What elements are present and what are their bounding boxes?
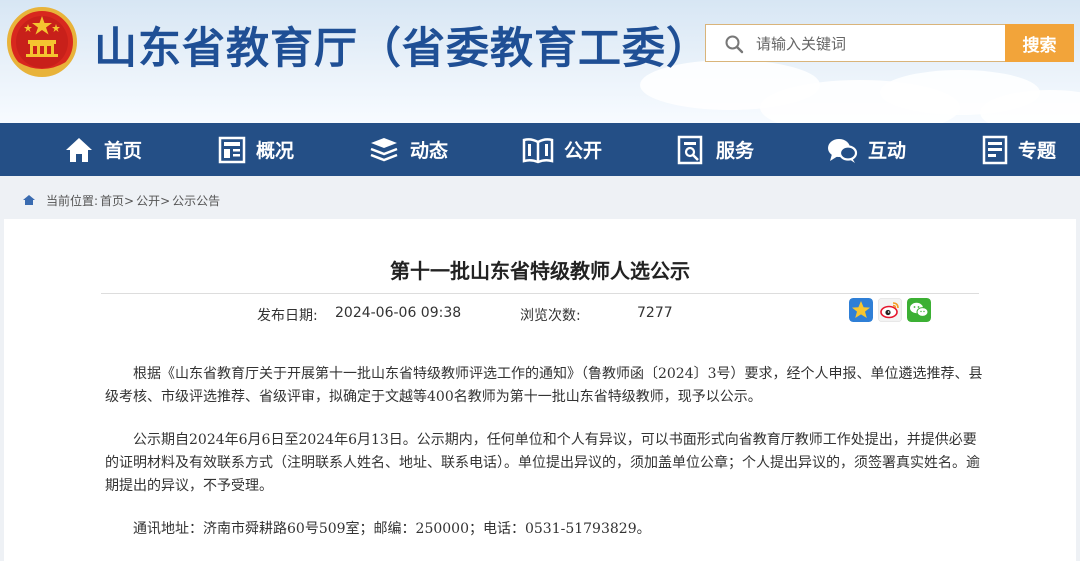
nav-label: 公开 bbox=[564, 140, 603, 162]
nav-label: 概况 bbox=[256, 140, 295, 162]
views-label: 浏览次数: bbox=[520, 308, 581, 324]
title-divider bbox=[101, 293, 979, 294]
search-icon bbox=[725, 35, 744, 54]
article-title: 第十一批山东省特级教师人选公示 bbox=[390, 259, 690, 283]
weibo-icon[interactable] bbox=[878, 298, 902, 322]
search-button[interactable]: 搜索 bbox=[1005, 24, 1074, 62]
article-paragraph: 根据《山东省教育厅关于开展第十一批山东省特级教师评选工作的通知》（鲁教师函〔20… bbox=[105, 366, 983, 405]
article-paragraph: 通讯地址：济南市舜耕路60号509室；邮编：250000；电话：0531-517… bbox=[133, 521, 651, 537]
nav-item-topic[interactable]: 专题 bbox=[982, 123, 1056, 176]
nav-label: 服务 bbox=[716, 140, 755, 162]
home-icon bbox=[66, 137, 92, 162]
national-emblem-icon[interactable] bbox=[6, 6, 78, 80]
nav-item-public[interactable]: 公开 bbox=[522, 123, 602, 176]
breadcrumb-prefix: 当前位置: bbox=[46, 193, 99, 208]
publish-date: 2024-06-06 09:38 bbox=[335, 305, 462, 321]
book-icon bbox=[522, 137, 554, 163]
topic-icon bbox=[982, 135, 1008, 164]
article-paragraph: 公示期自2024年6月6日至2024年6月13日。公示期内，任何单位和个人有异议… bbox=[105, 432, 980, 494]
breadcrumb: 当前位置: 首页> 公开> 公示公告 bbox=[22, 190, 222, 210]
nav-label: 动态 bbox=[410, 140, 449, 162]
chat-icon bbox=[828, 138, 858, 163]
news-icon bbox=[370, 137, 398, 161]
location-home-icon bbox=[23, 195, 35, 205]
overview-icon bbox=[218, 136, 246, 163]
wechat-icon[interactable] bbox=[907, 298, 931, 322]
nav-label: 首页 bbox=[104, 140, 143, 162]
service-icon bbox=[677, 135, 703, 164]
nav-item-interact[interactable]: 互动 bbox=[826, 123, 906, 176]
main-nav: 首页 概况 动态 公开 服务 互动 专题 bbox=[0, 123, 1080, 176]
nav-item-overview[interactable]: 概况 bbox=[218, 123, 294, 176]
publish-date-label: 发布日期: bbox=[257, 308, 318, 324]
search-box[interactable] bbox=[705, 24, 1005, 62]
breadcrumb-item-public[interactable]: 公开> bbox=[136, 192, 170, 209]
qzone-icon[interactable] bbox=[849, 298, 873, 322]
site-title[interactable]: 山东省教育厅（省委教育工委） bbox=[94, 14, 710, 76]
article-card: 第十一批山东省特级教师人选公示 发布日期: 2024-06-06 09:38 浏… bbox=[4, 219, 1076, 561]
nav-item-service[interactable]: 服务 bbox=[676, 123, 754, 176]
breadcrumb-item-home[interactable]: 首页> bbox=[100, 192, 134, 209]
views-count: 7277 bbox=[637, 305, 673, 321]
nav-label: 专题 bbox=[1018, 140, 1057, 162]
search-input[interactable] bbox=[754, 31, 998, 57]
nav-item-news[interactable]: 动态 bbox=[368, 123, 448, 176]
nav-label: 互动 bbox=[868, 140, 907, 162]
breadcrumb-item-notices[interactable]: 公示公告 bbox=[172, 192, 220, 209]
nav-item-home[interactable]: 首页 bbox=[64, 123, 142, 176]
site-header: 山东省教育厅（省委教育工委） 搜索 bbox=[0, 0, 1080, 123]
